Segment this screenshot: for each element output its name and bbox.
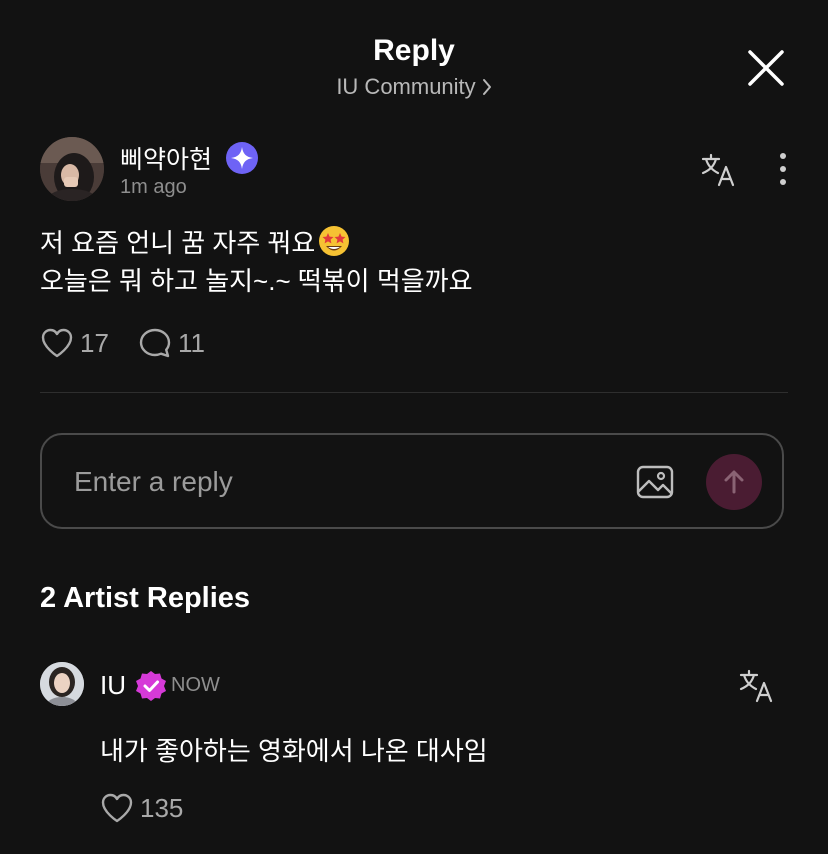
chevron-right-icon [482,78,491,95]
post-body: 저 요즘 언니 꿈 자주 꿔요 오늘은 뭐 하고 놀지~.~ 떡볶이 먹을까요 [40,224,780,300]
like-button[interactable]: 17 [40,327,109,359]
avatar[interactable] [40,137,104,201]
artist-avatar[interactable] [40,662,84,706]
divider [40,392,788,393]
post-text-1: 저 요즘 언니 꿈 자주 꿔요 [40,228,316,258]
artist-replies-title: 2 Artist Replies [40,582,251,614]
arrow-up-icon [724,470,744,494]
comment-count: 11 [178,327,205,358]
heart-icon [101,793,133,823]
verified-icon [136,671,166,701]
avatar-photo [40,137,104,201]
post-time: 1m ago [120,176,187,198]
sparkle-badge-icon [226,142,258,174]
artist-like-count: 135 [140,792,184,823]
author-name[interactable]: 삐약아현 [120,140,212,176]
artist-reply-time: NOW [171,674,220,696]
translate-icon[interactable] [738,668,776,704]
reply-box [40,433,784,529]
heart-icon [41,328,73,358]
comment-button[interactable]: 11 [138,327,205,359]
star-struck-emoji [319,226,350,256]
artist-reply-text: 내가 좋아하는 영화에서 나온 대사임 [100,736,488,766]
post-line-2: 오늘은 뭐 하고 놀지~.~ 떡볶이 먹을까요 [40,266,473,296]
artist-avatar-photo [40,662,84,706]
image-icon[interactable] [636,463,674,501]
artist-name[interactable]: IU [100,670,126,701]
send-button[interactable] [706,454,762,510]
close-icon[interactable] [744,46,788,90]
header: Reply IU Community [0,0,828,120]
more-vertical-icon[interactable] [770,150,796,190]
community-name: IU Community [336,74,476,99]
post-line-1: 저 요즘 언니 꿈 자주 꿔요 [40,224,780,262]
like-count: 17 [80,327,109,358]
reply-input[interactable] [74,457,594,507]
artist-like-button[interactable]: 135 [100,792,183,824]
page-title: Reply [373,34,455,67]
translate-icon[interactable] [700,152,738,188]
comment-icon [139,328,171,358]
community-link[interactable]: IU Community [0,74,828,100]
